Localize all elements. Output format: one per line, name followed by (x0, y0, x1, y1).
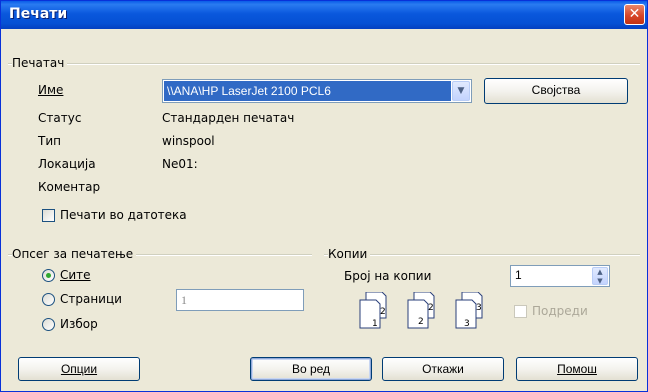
pages-input[interactable]: 1 (176, 289, 304, 311)
close-icon: ✕ (628, 6, 641, 22)
range-pages-label[interactable]: Страници (60, 292, 122, 306)
svg-text:1: 1 (372, 319, 378, 329)
help-button[interactable]: Помош (516, 357, 638, 381)
range-selection-label[interactable]: Избор (60, 317, 98, 331)
print-to-file-label[interactable]: Печати во датотека (60, 208, 187, 222)
range-pages-radio[interactable] (42, 293, 55, 306)
window-title: Печати (9, 6, 68, 22)
print-to-file-checkbox[interactable] (42, 209, 55, 222)
spin-arrows-icon[interactable]: ▲ ▼ (592, 267, 608, 285)
collate-pages-icon: 2 1 2 2 3 3 (359, 292, 483, 329)
svg-text:2: 2 (428, 303, 434, 313)
properties-button[interactable]: Својства (484, 78, 628, 104)
cancel-button[interactable]: Откажи (382, 357, 504, 381)
svg-text:3: 3 (464, 319, 470, 329)
ok-button-label: Во ред (291, 362, 331, 376)
help-button-label: Помош (557, 362, 597, 376)
collate-checkbox[interactable] (514, 305, 527, 318)
location-value: Ne01: (162, 157, 198, 171)
collate-label[interactable]: Подреди (532, 304, 588, 318)
title-bar[interactable]: Печати ✕ (1, 1, 647, 29)
range-selection-radio[interactable] (42, 318, 55, 331)
printer-name-value: \\ANA\HP LaserJet 2100 PCL6 (164, 81, 451, 101)
copies-count-value: 1 (515, 268, 522, 282)
comment-label: Коментар (38, 180, 101, 194)
status-value: Стандарден печатач (162, 111, 295, 125)
print-dialog: Печати ✕ Печатач Име \\ANA\HP LaserJet 2… (0, 0, 648, 392)
location-label: Локација (38, 157, 96, 171)
svg-text:2: 2 (380, 307, 386, 317)
range-all-radio[interactable] (42, 269, 55, 282)
svg-text:2: 2 (418, 317, 424, 327)
printer-group-title: Печатач (12, 56, 68, 70)
ok-button[interactable]: Во ред (250, 357, 372, 381)
copies-group-line (324, 254, 640, 256)
copies-count-spinner[interactable]: 1 ▲ ▼ (510, 265, 610, 287)
options-button[interactable]: Опции (18, 357, 140, 381)
close-button[interactable]: ✕ (624, 4, 645, 25)
options-button-label: Опции (60, 362, 98, 376)
copies-group-title: Копии (328, 247, 371, 261)
type-label: Тип (38, 134, 61, 148)
printer-name-label: Име (38, 83, 64, 97)
svg-text:3: 3 (476, 303, 482, 313)
copies-count-label: Број на копии (344, 269, 432, 283)
range-group-title: Опсег за печатење (12, 247, 137, 261)
type-value: winspool (162, 134, 215, 148)
range-all-label[interactable]: Сите (60, 268, 91, 282)
chevron-down-icon[interactable]: ▼ (452, 81, 470, 101)
printer-name-select[interactable]: \\ANA\HP LaserJet 2100 PCL6 ▼ (162, 79, 472, 103)
properties-button-label: Својства (531, 83, 581, 97)
status-label: Статус (38, 111, 82, 125)
cancel-button-label: Откажи (422, 362, 464, 376)
dialog-body: Печатач Име \\ANA\HP LaserJet 2100 PCL6 … (4, 29, 644, 390)
printer-group-line (8, 63, 640, 65)
